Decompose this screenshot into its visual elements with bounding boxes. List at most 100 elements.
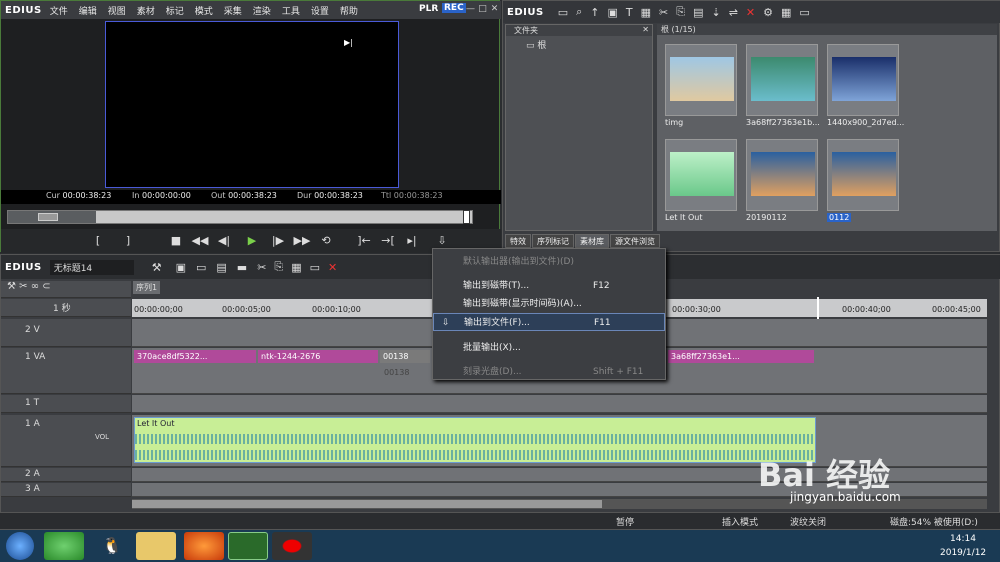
open-project-icon[interactable]: ▤ [216,261,226,274]
menu-file[interactable]: 文件 [50,4,68,17]
tab-source-browser[interactable]: 源文件浏览 [610,234,660,248]
trim-icon[interactable]: ▸| [403,232,421,250]
track-1t[interactable] [132,395,987,413]
menu-settings[interactable]: 设置 [311,4,329,17]
zoom-level[interactable]: 1 秒 [53,301,71,314]
overwrite-icon[interactable]: →[ [379,232,397,250]
stop-icon[interactable]: ■ [167,232,185,250]
delete-icon[interactable]: ✕ [746,6,755,19]
mode-icon[interactable]: ⚒ [152,261,162,274]
taskbar-app-1[interactable] [44,532,84,560]
replace-icon[interactable]: ⇌ [729,6,738,19]
edius-taskbar-icon[interactable] [228,532,268,560]
menu-export-to-file[interactable]: ⇩ 输出到文件(F)... F11 [433,313,665,331]
qq-icon[interactable]: 🐧 [92,532,132,560]
timeline-delete-icon[interactable]: ✕ [328,261,337,274]
status-insert-mode[interactable]: 插入模式 [722,515,758,528]
playhead-handle[interactable] [463,210,470,224]
group-icon[interactable]: ▭ [310,261,320,274]
properties-icon[interactable]: ⚙ [763,6,773,19]
project-name[interactable]: 无标题14 [49,259,134,275]
tab-bin[interactable]: 素材库 [575,234,609,248]
track-head-3a[interactable]: 3 A [1,483,131,497]
track-head-1t[interactable]: 1 T [1,395,131,413]
timeline-copy-icon[interactable]: ⎘ [274,260,283,274]
timeline-playhead[interactable] [817,297,819,319]
track-tools-icon[interactable]: ⚒ ✂ ∞ ⊂ [7,281,51,292]
step-forward-icon[interactable]: |▶ [269,232,287,250]
minimize-icon[interactable]: — [465,4,476,15]
scroll-thumb[interactable] [132,500,602,508]
track-head-2a[interactable]: 2 A [1,468,131,482]
track-head-2v[interactable]: 2 V [1,319,131,347]
clip-thumb-1[interactable] [665,44,737,116]
menu-marker[interactable]: 标记 [166,4,184,17]
new-icon[interactable]: ▭ [196,261,206,274]
menu-mode[interactable]: 模式 [195,4,213,17]
recorder-icon[interactable] [272,532,312,560]
title-icon[interactable]: T [626,6,633,19]
menu-clip[interactable]: 素材 [137,4,155,17]
sequence-tab[interactable]: 序列1 [133,281,161,294]
clip-thumb-6[interactable] [827,139,899,211]
clip-thumb-4[interactable] [665,139,737,211]
menu-burn-disc[interactable]: 刻录光盘(D)... Shift + F11 [433,363,665,381]
view-icon[interactable]: ▦ [781,6,791,19]
close-icon[interactable]: ✕ [489,4,500,15]
rewind-icon[interactable]: ◀◀ [191,232,209,250]
menu-render[interactable]: 渲染 [253,4,271,17]
menu-view[interactable]: 视图 [108,4,126,17]
folder-icon[interactable]: ▭ [558,6,568,19]
menu-tools[interactable]: 工具 [282,4,300,17]
timeline-cut-icon[interactable]: ✂ [257,261,266,274]
menu-print-to-tape[interactable]: 输出到磁带(T)... F12 [433,277,665,295]
maximize-icon[interactable]: □ [477,4,488,15]
copy-icon[interactable]: ⎘ [676,5,685,19]
scrub-bar[interactable] [7,210,473,224]
folder-close-icon[interactable]: ✕ [642,25,652,34]
up-icon[interactable]: ↑ [590,6,599,19]
track-head-1va[interactable]: 1 VA [1,348,131,394]
menu-default-exporter[interactable]: 默认输出器(输出到文件)(D) [433,253,665,271]
timeline-paste-icon[interactable]: ▦ [291,261,301,274]
audio-clip[interactable]: Let It Out [134,417,816,463]
video-clip-1[interactable]: 370ace8df5322... [134,350,256,363]
clip-thumb-3[interactable] [827,44,899,116]
menu-print-to-tape-tc[interactable]: 输出到磁带(显示时间码)(A)... [433,295,665,313]
clip-thumb-5[interactable] [746,139,818,211]
set-in-icon[interactable]: [ [89,232,107,250]
search-icon[interactable]: ⌕ [576,5,582,19]
snapshot-icon[interactable]: ▣ [176,261,186,274]
set-out-icon[interactable]: ] [119,232,137,250]
menu-edit[interactable]: 编辑 [79,4,97,17]
tab-effects[interactable]: 特效 [505,234,531,248]
color-bar-icon[interactable]: ▦ [641,6,651,19]
paste-icon[interactable]: ▤ [693,6,703,19]
video-clip-3[interactable]: 00138 [380,350,430,363]
tab-sequence-markers[interactable]: 序列标记 [532,234,574,248]
fast-forward-icon[interactable]: ▶▶ [293,232,311,250]
insert-icon[interactable]: ]← [355,232,373,250]
video-clip-2[interactable]: ntk-1244-2676 [258,350,378,363]
menu-capture[interactable]: 采集 [224,4,242,17]
rec-toggle[interactable]: REC [442,3,466,13]
video-clip-4[interactable]: 3a68ff27363e1... [668,350,814,363]
loop-icon[interactable]: ⟲ [317,232,335,250]
open-icon[interactable]: ▣ [607,6,617,19]
menu-batch-export[interactable]: 批量输出(X)... [433,339,665,357]
save-icon[interactable]: ▬ [237,261,247,274]
clip-thumb-2[interactable] [746,44,818,116]
folder-root[interactable]: 根 [537,41,546,51]
plr-toggle[interactable]: PLR [419,4,438,14]
step-back-icon[interactable]: ◀| [215,232,233,250]
start-button[interactable] [6,532,34,560]
more-icon[interactable]: ▭ [799,6,809,19]
play-icon[interactable]: ▶ [243,232,261,250]
firefox-icon[interactable] [184,532,224,560]
track-head-1a[interactable]: 1 A VOL [1,415,131,467]
add-to-timeline-icon[interactable]: ⇣ [711,6,720,19]
shuttle-handle[interactable] [38,213,58,221]
status-ripple[interactable]: 波纹关闭 [790,515,826,528]
explorer-icon[interactable] [136,532,176,560]
menu-help[interactable]: 帮助 [340,4,358,17]
